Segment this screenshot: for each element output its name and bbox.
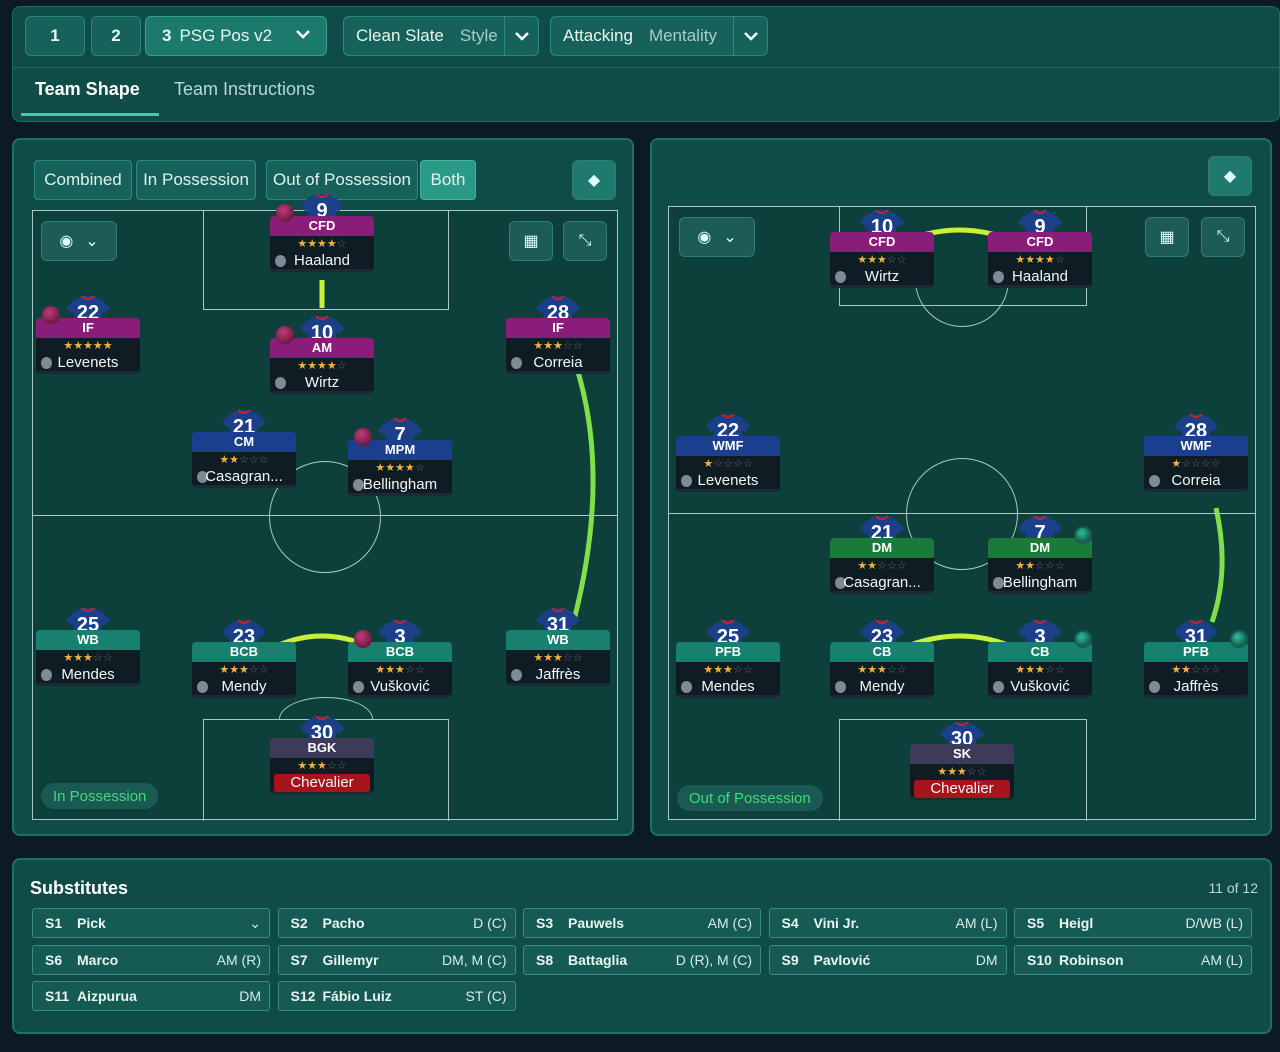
substitutes-panel: Substitutes 11 of 12 S1 Pick ⌄ S2 Pacho D (C)… — [12, 858, 1272, 1034]
role-badge: PFB — [676, 642, 780, 662]
status-orb-icon — [1074, 630, 1092, 648]
substitute-slot[interactable]: S12 Fábio Luiz ST (C) — [277, 981, 516, 1011]
star-rating: ★☆☆☆☆ — [1171, 458, 1221, 470]
status-orb-icon — [276, 204, 294, 222]
player-name: Vušković — [370, 678, 430, 695]
link-line — [1209, 507, 1225, 623]
role-badge: CM — [192, 432, 296, 452]
status-orb-icon — [354, 630, 372, 648]
player-name: Jaffrès — [1173, 678, 1219, 695]
role-badge: WMF — [676, 436, 780, 456]
star-rating: ★★★☆☆ — [937, 766, 987, 778]
player-name: Chevalier — [274, 774, 370, 792]
role-badge: CFD — [830, 232, 934, 252]
player-name: Mendes — [61, 666, 115, 683]
star-rating: ★★★☆☆ — [857, 254, 907, 266]
substitute-slot[interactable]: S4 Vini Jr. AM (L) — [768, 908, 1007, 938]
substitute-slot[interactable]: S3 Pauwels AM (C) — [523, 908, 761, 938]
player-name: Vušković — [1010, 678, 1070, 695]
player-name: Wirtz — [304, 374, 340, 391]
substitute-slot[interactable]: S10 Robinson AM (L) — [1014, 944, 1252, 975]
player-name: Correia — [1171, 472, 1221, 489]
role-badge: IF — [506, 318, 610, 338]
role-badge: CFD — [988, 232, 1092, 252]
substitutes-title: Substitutes — [30, 878, 129, 898]
star-rating: ★★★★☆ — [297, 238, 347, 250]
star-rating: ★★☆☆☆ — [857, 560, 907, 572]
player-name: Haaland — [294, 252, 350, 269]
star-rating: ★★★☆☆ — [1015, 664, 1065, 676]
player-name: Levenets — [57, 354, 119, 371]
role-badge: CB — [830, 642, 934, 662]
player-name: Jaffrès — [535, 666, 581, 683]
star-rating: ★★★★☆ — [1015, 254, 1065, 266]
substitute-slot[interactable]: S5 Heigl D/WB (L) — [1014, 908, 1252, 938]
star-rating: ★★★☆☆ — [63, 652, 113, 664]
star-rating: ★★★☆☆ — [533, 340, 583, 352]
substitute-slot[interactable]: S7 Gillemyr DM, M (C) — [277, 944, 516, 975]
role-badge: WMF — [1144, 436, 1248, 456]
star-rating: ★★☆☆☆ — [219, 454, 269, 466]
substitute-slot[interactable]: S2 Pacho D (C) — [277, 908, 516, 938]
star-rating: ★★★☆☆ — [533, 652, 583, 664]
substitute-slot[interactable]: S9 Pavlović DM — [768, 944, 1007, 975]
substitute-slot[interactable]: S6 Marco AM (R) — [32, 944, 270, 975]
star-rating: ★★☆☆☆ — [1171, 664, 1221, 676]
star-rating: ★★★★☆ — [297, 360, 347, 372]
star-rating: ★☆☆☆☆ — [703, 458, 753, 470]
star-rating: ★★★★★ — [63, 340, 113, 352]
player-name: Levenets — [697, 472, 759, 489]
link-lines — [256, 227, 1225, 659]
role-badge: WB — [506, 630, 610, 650]
player-name: Mendy — [859, 678, 905, 695]
player-name: Casagran... — [205, 468, 283, 485]
substitutes-count: 11 of 12 — [1208, 880, 1258, 896]
star-rating: ★★☆☆☆ — [1015, 560, 1065, 572]
role-badge: SK — [910, 744, 1014, 764]
star-rating: ★★★☆☆ — [297, 760, 347, 772]
star-rating: ★★★☆☆ — [219, 664, 269, 676]
star-rating: ★★★☆☆ — [857, 664, 907, 676]
player-name: Mendes — [701, 678, 755, 695]
chevron-down-icon: ⌄ — [249, 914, 261, 931]
status-orb-icon — [1074, 526, 1092, 544]
player-name: Chevalier — [914, 780, 1010, 798]
player-name: Wirtz — [864, 268, 900, 285]
star-rating: ★★★☆☆ — [703, 664, 753, 676]
status-orb-icon — [42, 306, 60, 324]
status-orb-icon — [1230, 630, 1248, 648]
role-badge: BGK — [270, 738, 374, 758]
role-badge: WB — [36, 630, 140, 650]
player-name: Mendy — [221, 678, 267, 695]
star-rating: ★★★★☆ — [375, 462, 425, 474]
player-name: Haaland — [1012, 268, 1068, 285]
role-badge: DM — [830, 538, 934, 558]
player-name: Casagran... — [843, 574, 921, 591]
link-line — [571, 371, 596, 621]
substitute-slot[interactable]: S11 Aizpurua DM — [32, 981, 270, 1011]
status-orb-icon — [354, 428, 372, 446]
role-badge: BCB — [192, 642, 296, 662]
substitute-slot[interactable]: S1 Pick ⌄ — [32, 908, 270, 938]
star-rating: ★★★☆☆ — [375, 664, 425, 676]
player-name: Bellingham — [1002, 574, 1078, 591]
player-name: Bellingham — [362, 476, 438, 493]
substitute-slot[interactable]: S8 Battaglia D (R), M (C) — [523, 944, 761, 975]
player-name: Correia — [533, 354, 583, 371]
status-orb-icon — [276, 326, 294, 344]
